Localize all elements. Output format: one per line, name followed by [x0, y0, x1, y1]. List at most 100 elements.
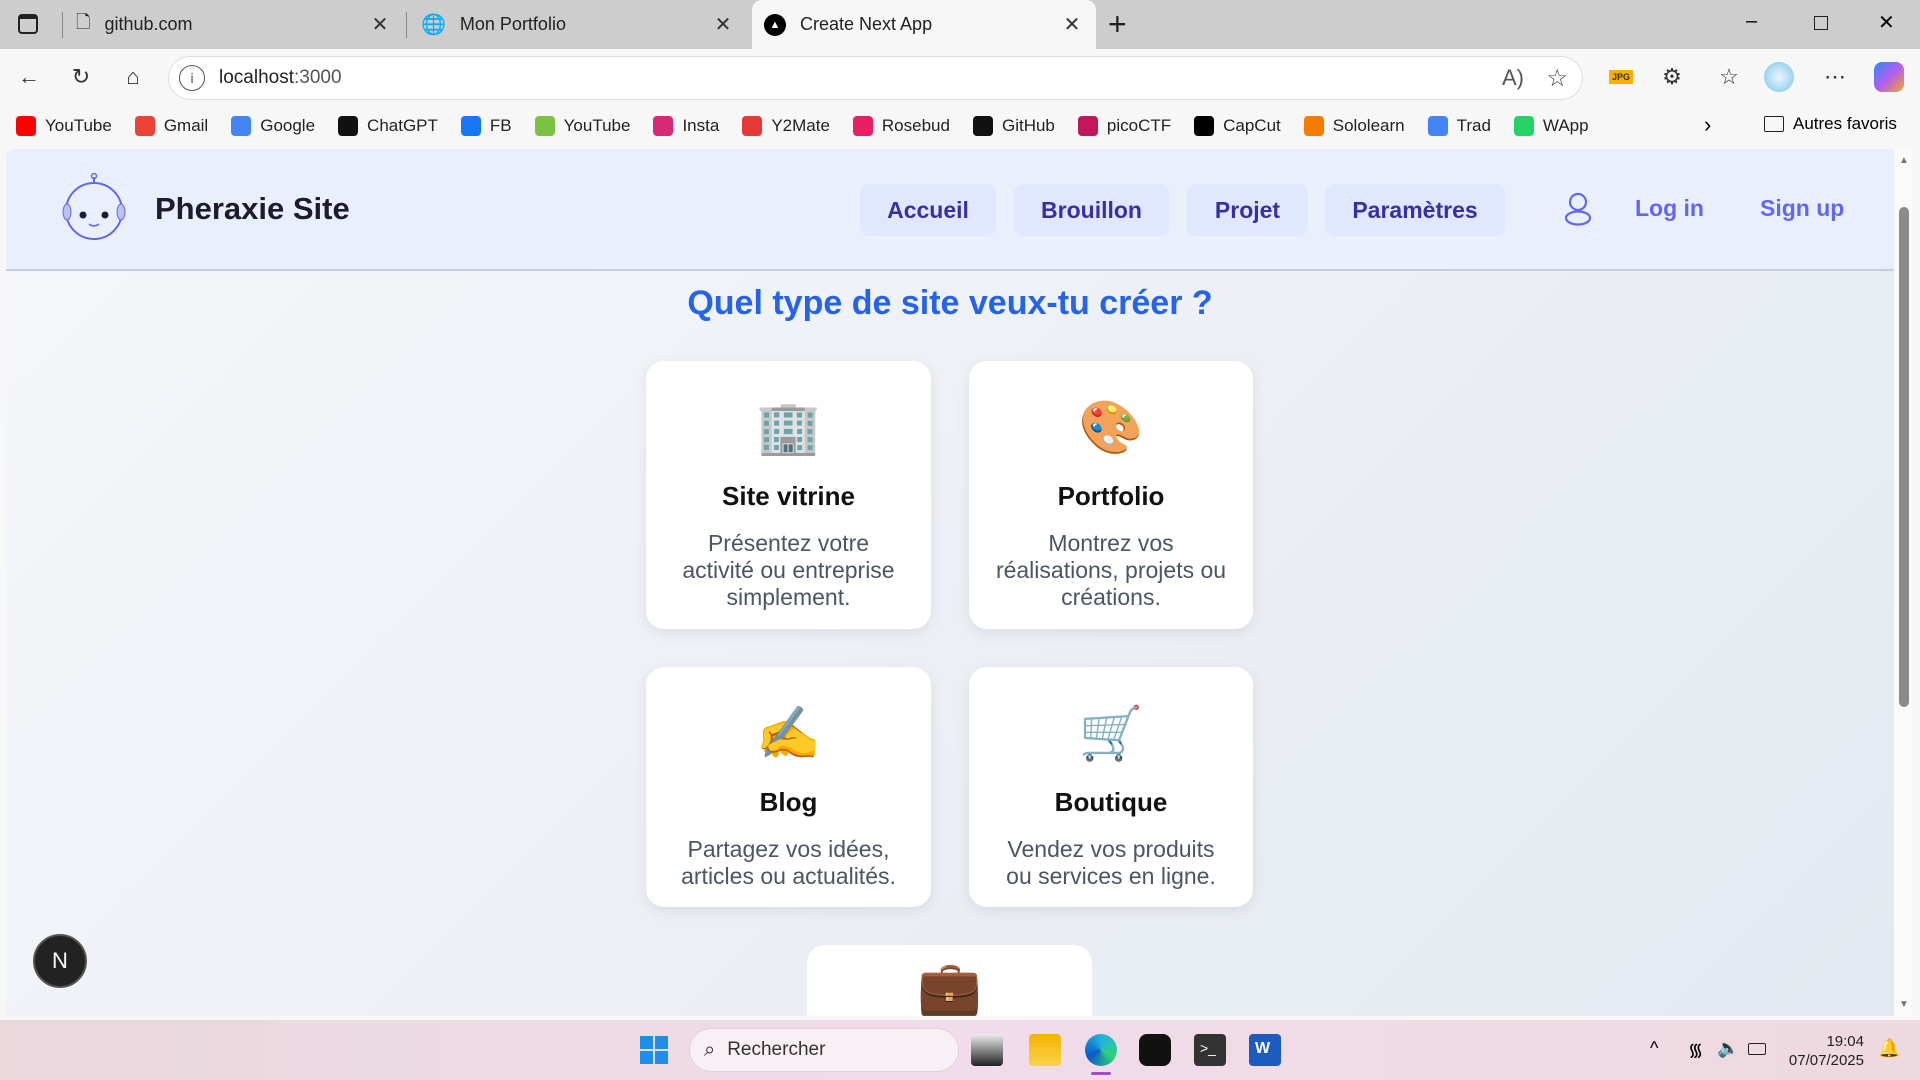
address-bar[interactable]: i localhost:3000 A) ☆: [168, 56, 1583, 100]
site-type-card[interactable]: 💼: [807, 945, 1092, 1016]
word-icon[interactable]: W: [1249, 1034, 1281, 1066]
card-description: Vendez vos produits ou services en ligne…: [1006, 836, 1216, 889]
bookmark-label: Insta: [682, 116, 720, 135]
jpg-extension-icon[interactable]: JPG: [1606, 62, 1636, 92]
windows-start-icon[interactable]: [640, 1036, 668, 1064]
card-title: Boutique: [1054, 787, 1168, 817]
bookmark-label: CapCut: [1223, 116, 1281, 135]
refresh-icon[interactable]: ↻: [66, 62, 96, 92]
notifications-icon[interactable]: 🔔: [1878, 1038, 1900, 1059]
bookmark-item[interactable]: WApp: [1513, 116, 1589, 136]
tab-actions-icon[interactable]: [18, 14, 38, 34]
nextjs-favicon-icon: ▲: [764, 13, 786, 36]
back-icon[interactable]: ←: [14, 62, 44, 92]
bookmark-favicon-icon: [460, 116, 481, 136]
close-window-button[interactable]: ✕: [1878, 10, 1895, 35]
site-type-card[interactable]: 🎨 Portfolio Montrez vos réalisations, proj…: [969, 361, 1253, 629]
bookmarks-overflow-icon[interactable]: ›: [1704, 112, 1711, 138]
nextjs-dev-badge[interactable]: N: [33, 934, 87, 988]
info-icon[interactable]: i: [179, 65, 205, 91]
favorites-icon[interactable]: ☆: [1714, 62, 1744, 92]
favorite-star-icon[interactable]: ☆: [1546, 64, 1568, 93]
close-tab-icon[interactable]: ✕: [1060, 12, 1084, 37]
taskbar-search[interactable]: ⌕ Rechercher: [689, 1028, 959, 1072]
profile-avatar[interactable]: [1764, 62, 1794, 92]
bookmark-favicon-icon: [1427, 116, 1448, 136]
home-icon[interactable]: ⌂: [118, 62, 148, 92]
user-icon[interactable]: [1563, 192, 1593, 226]
tab-create-next-app[interactable]: ▲ Create Next App ✕: [752, 0, 1096, 49]
card-emoji-icon: ✍️: [756, 705, 821, 763]
bookmark-favicon-icon: [16, 116, 36, 136]
bookmark-label: Gmail: [163, 116, 209, 135]
bookmark-label: Rosebud: [881, 116, 950, 135]
robot-logo-icon: [62, 173, 126, 240]
more-menu-icon[interactable]: ⋯: [1820, 62, 1850, 92]
edge-browser-icon[interactable]: [1085, 1034, 1117, 1066]
card-description: Montrez vos réalisations, projets ou cré…: [995, 530, 1227, 610]
close-tab-icon[interactable]: ✕: [711, 12, 735, 37]
site-type-card[interactable]: ✍️ Blog Partagez vos idées, articles ou ac…: [646, 667, 931, 907]
task-view-icon[interactable]: [971, 1034, 1003, 1066]
site-type-card[interactable]: 🏢 Site vitrine Présentez votre activité ou…: [646, 361, 931, 629]
card-description: Partagez vos idées, articles ou actualit…: [681, 836, 896, 889]
nav-parametres[interactable]: Paramètres: [1325, 184, 1505, 236]
scrollbar-thumb[interactable]: [1899, 207, 1909, 707]
bookmark-item[interactable]: Gmail: [134, 116, 209, 136]
capcut-app-icon[interactable]: [1139, 1034, 1171, 1066]
bookmark-item[interactable]: picoCTF: [1077, 116, 1172, 136]
bookmark-item[interactable]: Google: [231, 116, 315, 136]
scroll-down-icon[interactable]: ▼: [1899, 999, 1909, 1010]
page-scrollbar[interactable]: ▲ ▼: [1894, 149, 1913, 1016]
battery-icon[interactable]: [1748, 1043, 1766, 1055]
bookmark-label: picoCTF: [1106, 116, 1172, 135]
bookmark-item[interactable]: ChatGPT: [338, 116, 438, 136]
nav-accueil[interactable]: Accueil: [860, 184, 996, 236]
bookmark-item[interactable]: YouTube: [534, 116, 631, 136]
minimize-button[interactable]: –: [1746, 10, 1757, 33]
search-icon: ⌕: [704, 1038, 716, 1061]
bookmark-item[interactable]: YouTube: [16, 116, 112, 136]
signup-link[interactable]: Sign up: [1760, 195, 1844, 222]
terminal-icon[interactable]: >_: [1194, 1034, 1226, 1066]
bookmark-item[interactable]: Y2Mate: [742, 116, 830, 136]
other-favorites[interactable]: Autres favoris: [1764, 114, 1897, 134]
tray-overflow-icon[interactable]: ^: [1650, 1038, 1658, 1059]
bookmark-favicon-icon: [852, 116, 873, 136]
card-emoji-icon: 🛒: [1078, 705, 1144, 763]
nav-projet[interactable]: Projet: [1187, 184, 1308, 236]
new-tab-button[interactable]: +: [1108, 6, 1127, 43]
bookmark-label: Google: [260, 116, 316, 135]
extensions-icon[interactable]: ⚙: [1657, 62, 1687, 92]
close-tab-icon[interactable]: ✕: [368, 12, 392, 37]
card-title: Blog: [759, 787, 818, 817]
tab-github[interactable]: 🗋 github.com ✕: [64, 0, 404, 49]
tab-bar: 🗋 github.com ✕ 🌐 Mon Portfolio ✕ ▲ Creat…: [0, 0, 1920, 49]
copilot-icon[interactable]: [1874, 62, 1904, 92]
card-emoji-icon: 💼: [917, 959, 982, 1016]
file-explorer-icon[interactable]: [1029, 1034, 1061, 1066]
bookmark-item[interactable]: Sololearn: [1303, 116, 1405, 136]
site-type-card[interactable]: 🛒 Boutique Vendez vos produits ou services…: [969, 667, 1253, 907]
bookmark-favicon-icon: [1303, 116, 1324, 136]
bookmark-item[interactable]: Trad: [1427, 116, 1491, 136]
read-aloud-icon[interactable]: A): [1502, 65, 1524, 91]
restore-button[interactable]: [1814, 16, 1828, 30]
bookmark-item[interactable]: Rosebud: [852, 116, 950, 136]
bookmark-favicon-icon: [742, 116, 763, 136]
login-link[interactable]: Log in: [1635, 195, 1704, 222]
globe-icon: 🌐: [421, 14, 446, 36]
bookmark-label: YouTube: [563, 116, 631, 135]
volume-icon[interactable]: 🔈: [1717, 1038, 1739, 1059]
tab-mon-portfolio[interactable]: 🌐 Mon Portfolio ✕: [409, 0, 747, 49]
bookmark-item[interactable]: GitHub: [972, 116, 1055, 136]
scroll-up-icon[interactable]: ▲: [1899, 155, 1909, 166]
bookmark-item[interactable]: CapCut: [1194, 116, 1281, 136]
bookmark-label: YouTube: [45, 116, 112, 135]
nav-brouillon[interactable]: Brouillon: [1014, 184, 1169, 236]
bookmark-item[interactable]: FB: [460, 116, 512, 136]
wifi-icon[interactable]: ᯾: [1688, 1038, 1703, 1062]
card-title: Site vitrine: [722, 481, 855, 511]
clock[interactable]: 19:04 07/07/2025: [1780, 1032, 1864, 1070]
bookmark-item[interactable]: Insta: [653, 116, 719, 136]
